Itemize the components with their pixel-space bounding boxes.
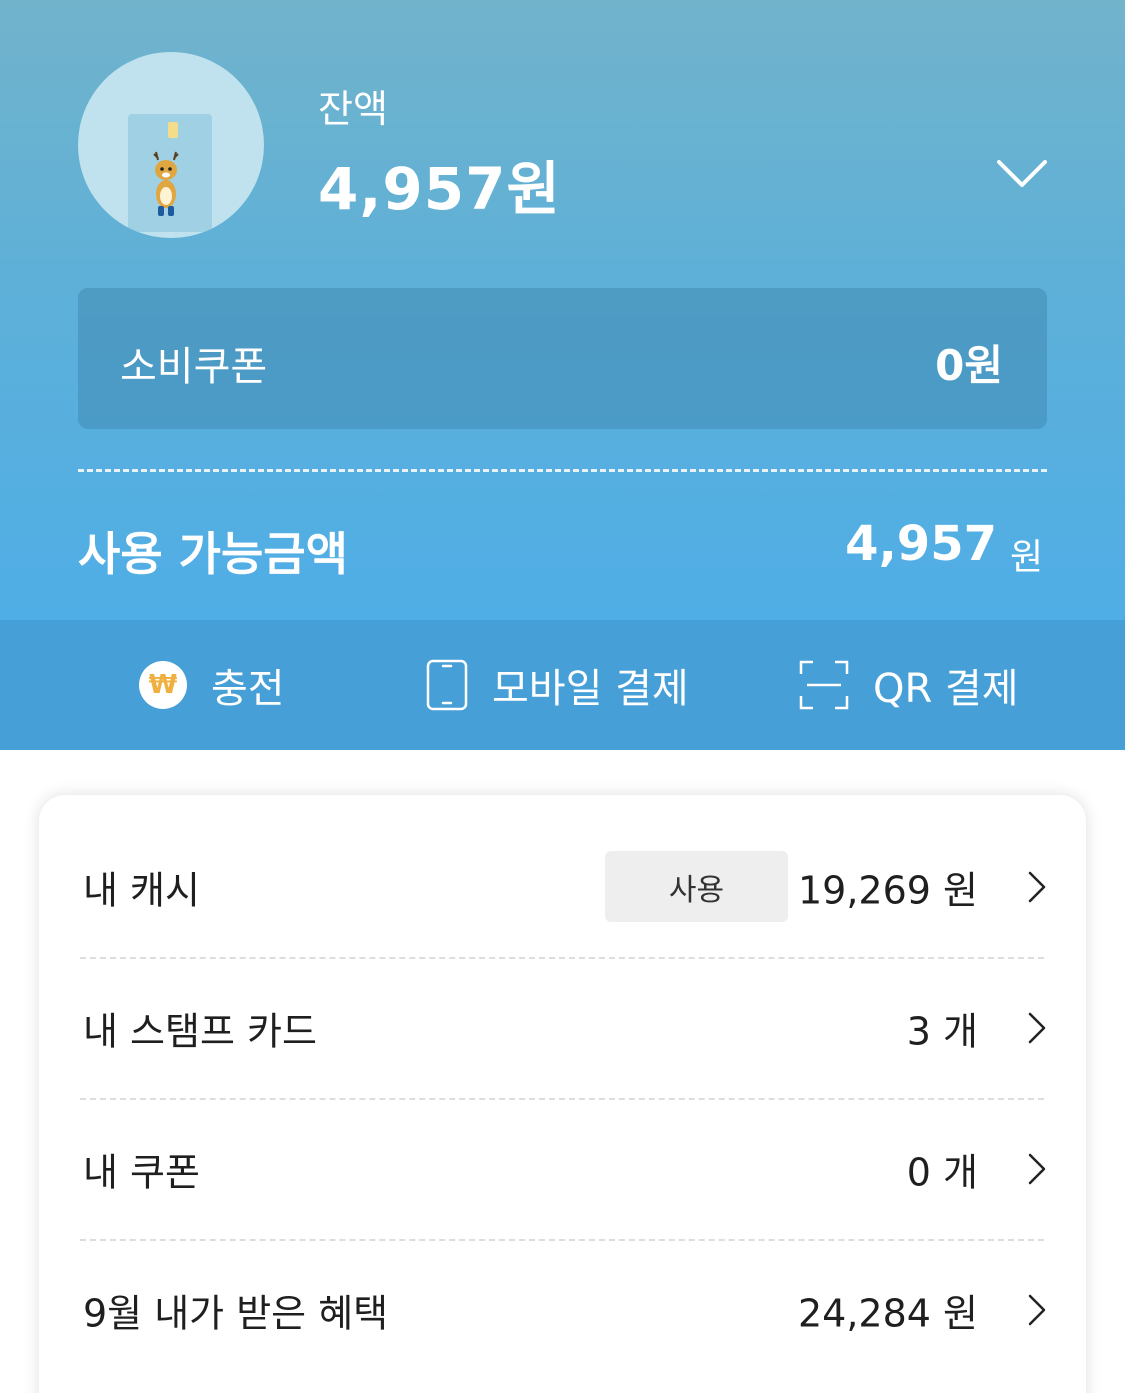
mobile-pay-label: 모바일 결제 <box>492 666 689 712</box>
use-cash-button[interactable]: 사용 <box>605 851 788 922</box>
qr-pay-button[interactable]: QR 결제 <box>799 620 1019 750</box>
chevron-right-icon <box>1028 1153 1046 1184</box>
monthly-benefit-label: 9월 내가 받은 혜택 <box>83 1291 389 1335</box>
qr-scan-icon <box>799 660 849 710</box>
qr-pay-label: QR 결제 <box>873 666 1019 712</box>
chevron-right-icon <box>1028 1012 1046 1043</box>
balance-value: 4,957원 <box>318 155 561 223</box>
balance-label: 잔액 <box>318 87 388 131</box>
card-avatar[interactable] <box>78 52 264 238</box>
dashed-divider <box>78 469 1047 472</box>
list-item-monthly-benefit[interactable]: 9월 내가 받은 혜택 24,284 원 <box>39 1239 1086 1380</box>
wallet-header: 잔액 4,957원 소비쿠폰 0원 사용 가능금액 4,957 원 <box>0 0 1125 620</box>
consumption-coupon-box: 소비쿠폰 0원 <box>78 288 1047 429</box>
chevron-right-icon <box>1028 871 1046 902</box>
my-coupon-value: 0 개 <box>906 1150 978 1194</box>
charge-button[interactable]: ₩ 충전 <box>139 620 285 750</box>
chevron-down-icon[interactable] <box>996 158 1048 190</box>
chevron-right-icon <box>1028 1294 1046 1325</box>
my-coupon-label: 내 쿠폰 <box>83 1150 200 1194</box>
coupon-label: 소비쿠폰 <box>120 344 268 390</box>
available-amount-label: 사용 가능금액 <box>78 527 348 581</box>
charge-label: 충전 <box>211 666 285 712</box>
coupon-value: 0원 <box>935 341 1003 390</box>
list-item-my-cash[interactable]: 내 캐시 사용 19,269 원 <box>39 816 1086 957</box>
mobile-pay-button[interactable]: 모바일 결제 <box>426 620 689 750</box>
card-image <box>128 114 212 232</box>
stamp-card-value: 3 개 <box>906 1009 978 1053</box>
mobile-phone-icon <box>426 659 468 711</box>
my-cash-label: 내 캐시 <box>83 868 200 912</box>
stamp-card-label: 내 스탬프 카드 <box>83 1009 317 1053</box>
won-icon: ₩ <box>139 661 187 709</box>
available-amount-unit: 원 <box>1010 537 1044 578</box>
monthly-benefit-value: 24,284 원 <box>797 1291 978 1335</box>
card-chip <box>168 122 178 138</box>
list-item-my-coupon[interactable]: 내 쿠폰 0 개 <box>39 1098 1086 1239</box>
benefits-panel: 내 캐시 사용 19,269 원 내 스탬프 카드 3 개 내 쿠폰 0 개 9… <box>39 795 1086 1393</box>
available-amount-value: 4,957 <box>845 516 997 572</box>
list-item-stamp-card[interactable]: 내 스탬프 카드 3 개 <box>39 957 1086 1098</box>
my-cash-value: 19,269 원 <box>797 868 978 912</box>
action-bar: ₩ 충전 모바일 결제 QR 결제 <box>0 620 1125 750</box>
deer-mascot-icon <box>153 151 179 216</box>
